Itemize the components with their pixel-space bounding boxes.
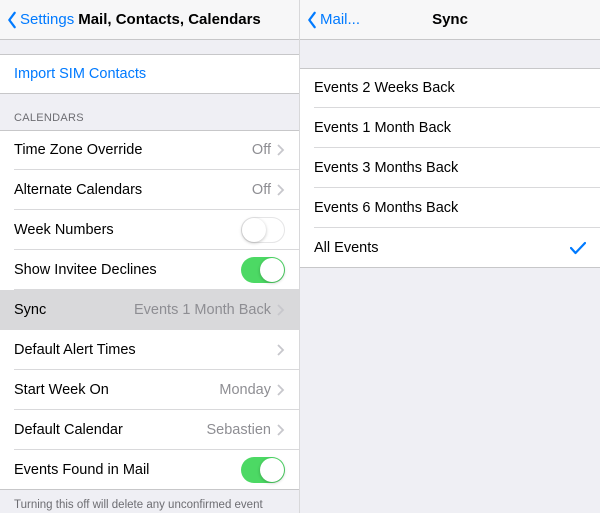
cell-detail: Events 1 Month Back xyxy=(134,302,271,318)
cell-label: Time Zone Override xyxy=(14,142,252,158)
cell-label: Events 1 Month Back xyxy=(314,120,586,136)
time-zone-override[interactable]: Time Zone Override Off xyxy=(0,130,299,170)
cell-label: Sync xyxy=(14,302,134,318)
cell-label: Events Found in Mail xyxy=(14,462,241,478)
sync-option-1month[interactable]: Events 1 Month Back xyxy=(300,108,600,148)
sync-panel: Mail... Sync Events 2 Weeks Back Events … xyxy=(300,0,600,513)
default-calendar[interactable]: Default Calendar Sebastien xyxy=(0,410,299,450)
import-sim-contacts[interactable]: Import SIM Contacts xyxy=(0,54,299,94)
chevron-left-icon xyxy=(6,11,18,29)
import-label: Import SIM Contacts xyxy=(14,66,285,82)
back-button-mail[interactable]: Mail... xyxy=(306,11,360,29)
cell-label: Week Numbers xyxy=(14,222,241,238)
cell-label: All Events xyxy=(314,240,570,256)
chevron-right-icon xyxy=(277,384,285,396)
page-title-right: Sync xyxy=(432,11,468,28)
back-label: Settings xyxy=(20,11,74,28)
week-numbers[interactable]: Week Numbers xyxy=(0,210,299,250)
sync-option-3months[interactable]: Events 3 Months Back xyxy=(300,148,600,188)
chevron-right-icon xyxy=(277,304,285,316)
events-found-in-mail[interactable]: Events Found in Mail xyxy=(0,450,299,490)
week-numbers-switch[interactable] xyxy=(241,217,285,243)
back-label: Mail... xyxy=(320,11,360,28)
default-alert-times[interactable]: Default Alert Times xyxy=(0,330,299,370)
cell-detail: Monday xyxy=(219,382,271,398)
chevron-left-icon xyxy=(306,11,318,29)
cell-detail: Off xyxy=(252,142,271,158)
content-right: Events 2 Weeks Back Events 1 Month Back … xyxy=(300,40,600,513)
invitee-declines-switch[interactable] xyxy=(241,257,285,283)
chevron-right-icon xyxy=(277,424,285,436)
settings-panel: Settings Mail, Contacts, Calendars Impor… xyxy=(0,0,300,513)
cell-detail: Off xyxy=(252,182,271,198)
navbar-left: Settings Mail, Contacts, Calendars xyxy=(0,0,299,40)
chevron-right-icon xyxy=(277,144,285,156)
sync[interactable]: Sync Events 1 Month Back xyxy=(0,290,299,330)
sync-option-6months[interactable]: Events 6 Months Back xyxy=(300,188,600,228)
alternate-calendars[interactable]: Alternate Calendars Off xyxy=(0,170,299,210)
footer-note: Turning this off will delete any unconfi… xyxy=(0,490,299,513)
chevron-right-icon xyxy=(277,184,285,196)
cell-label: Show Invitee Declines xyxy=(14,262,241,278)
sync-option-2weeks[interactable]: Events 2 Weeks Back xyxy=(300,68,600,108)
sync-option-all[interactable]: All Events xyxy=(300,228,600,268)
cell-label: Events 6 Months Back xyxy=(314,200,586,216)
navbar-right: Mail... Sync xyxy=(300,0,600,40)
cell-detail: Sebastien xyxy=(207,422,272,438)
events-mail-switch[interactable] xyxy=(241,457,285,483)
cell-label: Events 2 Weeks Back xyxy=(314,80,586,96)
cell-label: Alternate Calendars xyxy=(14,182,252,198)
back-button-settings[interactable]: Settings xyxy=(6,11,74,29)
start-week-on[interactable]: Start Week On Monday xyxy=(0,370,299,410)
cell-label: Default Alert Times xyxy=(14,342,277,358)
cell-label: Start Week On xyxy=(14,382,219,398)
chevron-right-icon xyxy=(277,344,285,356)
cell-label: Default Calendar xyxy=(14,422,207,438)
page-title-left: Mail, Contacts, Calendars xyxy=(78,11,261,28)
content-left: Import SIM Contacts CALENDARS Time Zone … xyxy=(0,40,299,513)
calendars-header: CALENDARS xyxy=(0,94,299,130)
cell-label: Events 3 Months Back xyxy=(314,160,586,176)
show-invitee-declines[interactable]: Show Invitee Declines xyxy=(0,250,299,290)
checkmark-icon xyxy=(570,241,586,255)
